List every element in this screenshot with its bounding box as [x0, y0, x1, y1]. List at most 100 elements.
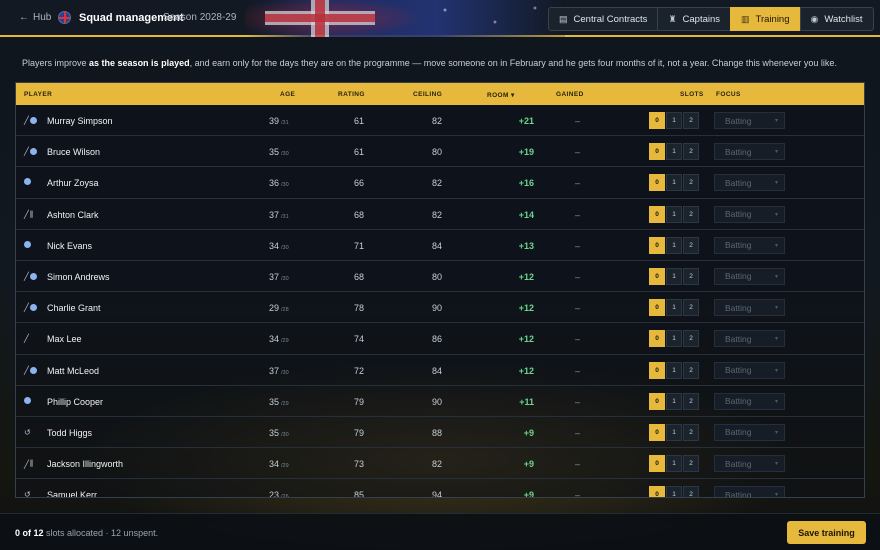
slot-option-1[interactable]: 1 [666, 455, 682, 473]
player-room: +14 [518, 209, 534, 220]
slot-option-0[interactable]: 0 [649, 455, 665, 473]
slot-option-2[interactable]: 2 [683, 423, 699, 441]
slot-option-2[interactable]: 2 [683, 267, 699, 285]
tab-central-contracts[interactable]: ▤ Central Contracts [548, 7, 659, 31]
table-row[interactable]: Arthur Zoysa 36/30 66 82 +16 – 0 1 2 Batting ▾ [16, 167, 864, 199]
slot-option-0[interactable]: 0 [649, 423, 665, 441]
table-row[interactable]: ╱ Matt McLeod 37/30 72 84 +12 – 0 1 2 Batting ▾ [16, 355, 864, 386]
slot-option-1[interactable]: 1 [666, 174, 682, 192]
player-ceiling: 84 [432, 365, 443, 376]
player-rating: 71 [354, 240, 365, 251]
slot-option-0[interactable]: 0 [649, 392, 665, 410]
slot-option-0[interactable]: 0 [649, 236, 665, 254]
slot-selector: 012 [649, 392, 699, 410]
focus-select[interactable]: Batting ▾ [714, 299, 785, 317]
slot-option-1[interactable]: 1 [666, 361, 682, 379]
player-gained: – [575, 365, 581, 376]
table-row[interactable]: ╱ Charlie Grant 29/28 78 90 +12 – 0 1 2 Batting ▾ [16, 292, 864, 324]
table-row[interactable]: ╱ ⫼ Ashton Clark 37/31 68 82 +14 – 0 1 2 Batting ▾ [16, 199, 864, 230]
footer-bar: 0 of 12 slots allocated · 12 unspent. Sa… [0, 513, 880, 550]
focus-select[interactable]: Batting ▾ [714, 423, 785, 441]
focus-select[interactable]: Batting ▾ [714, 112, 785, 129]
role-icons: ╱ [24, 303, 37, 312]
table-row[interactable]: Nick Evans 34/30 71 84 +13 – 0 1 2 Batting ▾ [16, 230, 864, 261]
focus-value: Batting [725, 396, 752, 407]
slot-option-0[interactable]: 0 [649, 143, 665, 161]
focus-select[interactable]: Batting ▾ [714, 205, 785, 223]
column-gained[interactable]: GAINED [556, 91, 584, 98]
slot-option-2[interactable]: 2 [683, 299, 699, 317]
slot-option-0[interactable]: 0 [649, 205, 665, 223]
focus-select[interactable]: Batting ▾ [714, 174, 785, 192]
focus-select[interactable]: Batting ▾ [714, 486, 785, 497]
focus-select[interactable]: Batting ▾ [714, 330, 785, 348]
slot-option-1[interactable]: 1 [666, 392, 682, 410]
slot-option-2[interactable]: 2 [683, 174, 699, 192]
table-row[interactable]: Phillip Cooper 35/29 79 90 +11 – 0 1 2 Batting ▾ [16, 386, 864, 417]
slot-option-2[interactable]: 2 [683, 112, 699, 129]
slot-option-2[interactable]: 2 [683, 392, 699, 410]
tab-training[interactable]: ▥ Training [730, 7, 801, 31]
slot-option-1[interactable]: 1 [666, 112, 682, 129]
table-row[interactable]: ╱ Murray Simpson 39/31 61 82 +21 – 0 1 2 Batting ▾ [16, 105, 864, 137]
slot-option-1[interactable]: 1 [666, 486, 682, 497]
slot-option-2[interactable]: 2 [683, 486, 699, 497]
focus-select[interactable]: Batting ▾ [714, 392, 785, 410]
focus-select[interactable]: Batting ▾ [714, 361, 785, 379]
slot-option-0[interactable]: 0 [649, 361, 665, 379]
focus-select[interactable]: Batting ▾ [714, 455, 785, 473]
chevron-down-icon: ▾ [774, 305, 778, 312]
table-row[interactable]: ╱ ⫼ Jackson Illingworth 34/29 73 82 +9 – 0 1 2 Batt… [16, 448, 864, 480]
table-row[interactable]: ↺ Samuel Kerr 23/26 85 94 +9 – 0 1 2 Batting ▾ [16, 479, 864, 498]
ball-icon [29, 304, 37, 312]
slot-option-0[interactable]: 0 [649, 486, 665, 497]
player-rating: 78 [354, 303, 365, 314]
section-tabs: ▤ Central Contracts ♜ Captains ▥ Training ◉ Wat… [548, 7, 874, 31]
chevron-down-icon: ▾ [774, 242, 778, 249]
peak-age: /31 [281, 213, 289, 220]
slot-selector: 012 [649, 361, 699, 379]
slot-option-2[interactable]: 2 [683, 143, 699, 161]
column-room[interactable]: ROOM ▾ [487, 91, 515, 99]
slot-option-2[interactable]: 2 [683, 330, 699, 348]
focus-select[interactable]: Batting ▾ [714, 236, 785, 254]
tab-watchlist[interactable]: ◉ Watchlist [799, 7, 874, 31]
back-to-hub-link[interactable]: ← Hub [19, 12, 51, 23]
peak-age: /30 [281, 431, 289, 438]
player-age: 37/30 [269, 365, 289, 376]
player-gained: – [575, 459, 581, 470]
slot-option-0[interactable]: 0 [649, 299, 665, 317]
slot-option-2[interactable]: 2 [683, 455, 699, 473]
column-rating[interactable]: RATING [338, 91, 365, 98]
table-row[interactable]: ╱ Bruce Wilson 35/30 61 80 +19 – 0 1 2 Batting ▾ [16, 136, 864, 168]
focus-select[interactable]: Batting ▾ [714, 143, 785, 161]
slot-option-1[interactable]: 1 [666, 267, 682, 285]
focus-value: Batting [725, 458, 752, 469]
player-name: Bruce Wilson [47, 147, 101, 158]
focus-select[interactable]: Batting ▾ [714, 267, 785, 285]
column-ceiling[interactable]: CEILING [413, 91, 442, 98]
slot-option-1[interactable]: 1 [666, 330, 682, 348]
column-age[interactable]: AGE [280, 91, 295, 98]
tab-captains[interactable]: ♜ Captains [657, 7, 732, 31]
slot-option-0[interactable]: 0 [649, 267, 665, 285]
slot-option-1[interactable]: 1 [666, 205, 682, 223]
player-room: +9 [523, 490, 534, 498]
player-gained: – [575, 334, 581, 345]
save-training-button[interactable]: Save training [787, 521, 866, 544]
slot-option-2[interactable]: 2 [683, 236, 699, 254]
table-row[interactable]: ╱ Max Lee 34/29 74 86 +12 – 0 1 2 Batting ▾ [16, 323, 864, 355]
table-row[interactable]: ╱ Simon Andrews 37/30 68 80 +12 – 0 1 2 Batting ▾ [16, 261, 864, 293]
slot-option-1[interactable]: 1 [666, 236, 682, 254]
slot-option-2[interactable]: 2 [683, 361, 699, 379]
player-age: 34/30 [269, 240, 289, 251]
slot-option-0[interactable]: 0 [649, 174, 665, 192]
column-player[interactable]: PLAYER [24, 91, 52, 98]
slot-option-0[interactable]: 0 [649, 112, 665, 129]
table-row[interactable]: ↺ Todd Higgs 35/30 79 88 +9 – 0 1 2 Batting ▾ [16, 417, 864, 449]
slot-option-1[interactable]: 1 [666, 143, 682, 161]
slot-option-0[interactable]: 0 [649, 330, 665, 348]
slot-option-1[interactable]: 1 [666, 423, 682, 441]
slot-option-2[interactable]: 2 [683, 205, 699, 223]
slot-option-1[interactable]: 1 [666, 299, 682, 317]
